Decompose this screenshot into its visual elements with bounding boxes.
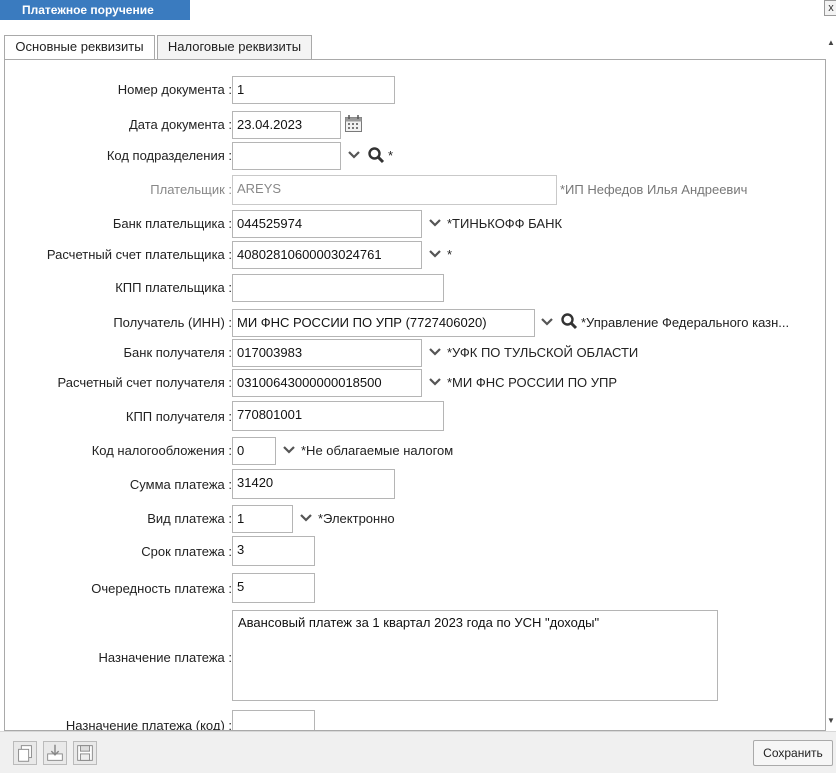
tax-code-label: Код налогообложения : bbox=[91, 443, 232, 458]
payment-type-input[interactable]: 1 bbox=[232, 505, 293, 533]
payer-account-input[interactable]: 40802810600003024761 bbox=[232, 241, 422, 269]
recipient-bank-label: Банк получателя : bbox=[123, 345, 232, 360]
calendar-icon[interactable] bbox=[344, 114, 364, 134]
payer-name-note: *ИП Нефедов Илья Андреевич bbox=[560, 182, 748, 197]
recipient-input[interactable]: МИ ФНС РОССИИ ПО УПР (7727406020) bbox=[232, 309, 535, 337]
tax-code-note: *Не облагаемые налогом bbox=[301, 443, 454, 458]
payment-type-note: *Электронно bbox=[318, 511, 395, 526]
recipient-account-input[interactable]: 03100643000000018500 bbox=[232, 369, 422, 397]
payment-type-chevron-down-icon[interactable] bbox=[299, 513, 313, 523]
bottom-toolbar: Сохранить bbox=[0, 731, 836, 773]
payer-bank-chevron-down-icon[interactable] bbox=[428, 218, 442, 228]
amount-input[interactable]: 31420 bbox=[232, 469, 395, 499]
payer-account-chevron-down-icon[interactable] bbox=[428, 249, 442, 259]
recipient-account-note: *МИ ФНС РОССИИ ПО УПР bbox=[447, 375, 618, 390]
recipient-name-note: *Управление Федерального казн... bbox=[581, 315, 790, 330]
division-required-mark: * bbox=[388, 148, 394, 163]
payer-bank-label: Банк плательщика : bbox=[112, 216, 232, 231]
tax-code-chevron-down-icon[interactable] bbox=[282, 445, 296, 455]
recipient-account-label: Расчетный счет получателя : bbox=[57, 375, 232, 390]
payer-account-required-mark: * bbox=[447, 247, 453, 262]
save-disk-icon[interactable] bbox=[73, 741, 97, 765]
recipient-bank-chevron-down-icon[interactable] bbox=[428, 347, 442, 357]
payment-term-input[interactable]: 3 bbox=[232, 536, 315, 566]
priority-input[interactable]: 5 bbox=[232, 573, 315, 603]
payer-account-label: Расчетный счет плательщика : bbox=[46, 247, 232, 262]
recipient-account-chevron-down-icon[interactable] bbox=[428, 377, 442, 387]
division-code-input[interactable] bbox=[232, 142, 341, 170]
payment-term-label: Срок платежа : bbox=[141, 544, 232, 559]
recipient-search-icon[interactable] bbox=[560, 312, 578, 330]
payment-type-label: Вид платежа : bbox=[147, 511, 232, 526]
save-button[interactable]: Сохранить bbox=[753, 740, 833, 766]
recipient-label: Получатель (ИНН) : bbox=[113, 315, 232, 330]
doc-date-label: Дата документа : bbox=[128, 117, 232, 132]
purpose-code-input[interactable] bbox=[232, 710, 315, 730]
payer-input: AREYS bbox=[232, 175, 557, 205]
division-chevron-down-icon[interactable] bbox=[347, 150, 361, 160]
payer-bank-note: *ТИНЬКОФФ БАНК bbox=[447, 216, 563, 231]
doc-number-input[interactable]: 1 bbox=[232, 76, 395, 104]
tab-tax-details[interactable]: Налоговые реквизиты bbox=[157, 35, 312, 59]
purpose-textarea[interactable]: Авансовый платеж за 1 квартал 2023 года … bbox=[232, 610, 718, 701]
close-button[interactable]: x bbox=[824, 0, 836, 16]
tax-code-input[interactable]: 0 bbox=[232, 437, 276, 465]
doc-date-input[interactable]: 23.04.2023 bbox=[232, 111, 341, 139]
division-search-icon[interactable] bbox=[367, 146, 385, 164]
scroll-down-arrow[interactable]: ▼ bbox=[826, 716, 836, 726]
doc-number-label: Номер документа : bbox=[117, 82, 232, 97]
recipient-kpp-input[interactable]: 770801001 bbox=[232, 401, 444, 431]
recipient-bank-note: *УФК ПО ТУЛЬСКОЙ ОБЛАСТИ bbox=[447, 345, 639, 360]
payer-bank-input[interactable]: 044525974 bbox=[232, 210, 422, 238]
recipient-bank-input[interactable]: 017003983 bbox=[232, 339, 422, 367]
payer-kpp-input[interactable] bbox=[232, 274, 444, 302]
division-code-label: Код подразделения : bbox=[106, 148, 232, 163]
recipient-kpp-label: КПП получателя : bbox=[125, 409, 232, 424]
download-icon[interactable] bbox=[43, 741, 67, 765]
copy-icon[interactable] bbox=[13, 741, 37, 765]
recipient-chevron-down-icon[interactable] bbox=[540, 317, 554, 327]
form-panel: Номер документа : 1 Дата документа : 23.… bbox=[4, 59, 826, 731]
window-title: Платежное поручение bbox=[0, 0, 190, 20]
purpose-code-label: Назначение платежа (код) : bbox=[65, 718, 232, 731]
purpose-label: Назначение платежа : bbox=[98, 650, 232, 665]
tab-main-details[interactable]: Основные реквизиты bbox=[4, 35, 155, 60]
amount-label: Сумма платежа : bbox=[129, 477, 232, 492]
payer-kpp-label: КПП плательщика : bbox=[115, 280, 232, 295]
scroll-up-arrow[interactable]: ▲ bbox=[826, 38, 836, 48]
payer-label: Плательщик : bbox=[150, 182, 232, 197]
payment-order-window: Платежное поручение x Основные реквизиты… bbox=[0, 0, 836, 773]
priority-label: Очередность платежа : bbox=[91, 581, 232, 596]
